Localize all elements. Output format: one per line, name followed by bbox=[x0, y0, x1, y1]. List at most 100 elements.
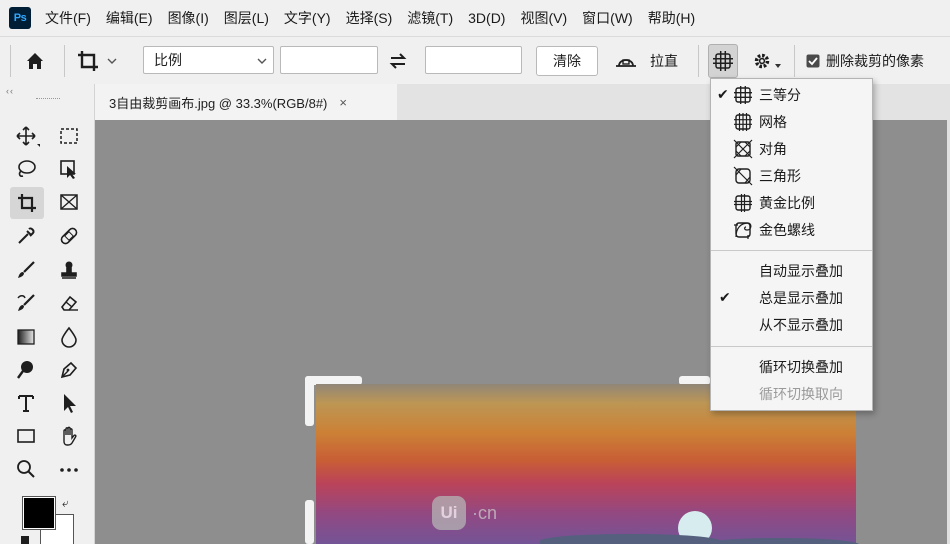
eraser-icon bbox=[61, 295, 78, 311]
rectangle-tool[interactable] bbox=[12, 422, 40, 450]
type-t-icon bbox=[18, 395, 34, 412]
gradient-icon bbox=[17, 329, 35, 345]
water-drop-icon bbox=[61, 326, 77, 348]
brush-icon bbox=[18, 261, 35, 278]
ratio-select[interactable]: 比例 bbox=[143, 46, 274, 74]
history-brush-tool[interactable] bbox=[12, 289, 40, 317]
home-icon bbox=[27, 53, 43, 69]
straighten-button[interactable]: 拉直 bbox=[614, 37, 694, 85]
clear-button[interactable]: 清除 bbox=[536, 46, 598, 76]
lasso-tool[interactable] bbox=[12, 155, 40, 183]
menu-3d[interactable]: 3D(D) bbox=[468, 10, 505, 26]
menu-file[interactable]: 文件(F) bbox=[45, 8, 91, 28]
grid-icon bbox=[734, 112, 752, 131]
menu-filter[interactable]: 滤镜(T) bbox=[407, 8, 453, 28]
dodge-tool[interactable] bbox=[12, 356, 40, 384]
menu-item-label: 总是显示叠加 bbox=[759, 289, 843, 306]
menu-image[interactable]: 图像(I) bbox=[168, 8, 209, 28]
golden-ratio-icon bbox=[734, 193, 752, 212]
menu-item-label: 黄金比例 bbox=[759, 194, 815, 211]
menu-item-auto-show-overlay[interactable]: 自动显示叠加 bbox=[711, 257, 872, 284]
magnifier-icon bbox=[17, 460, 35, 478]
healing-brush-tool[interactable] bbox=[55, 222, 83, 250]
straighten-label: 拉直 bbox=[650, 53, 678, 69]
menu-item-grid[interactable]: 网格 bbox=[711, 108, 872, 135]
blur-tool[interactable] bbox=[55, 323, 83, 351]
width-input[interactable] bbox=[280, 46, 378, 74]
menu-item-cycle-overlay[interactable]: 循环切换叠加 bbox=[711, 353, 872, 380]
collapse-panel-icon[interactable]: ‹‹ bbox=[6, 86, 14, 96]
eraser-tool[interactable] bbox=[55, 289, 83, 317]
default-colors-icon[interactable] bbox=[21, 536, 29, 544]
menu-view[interactable]: 视图(V) bbox=[520, 8, 567, 28]
photoshop-logo: Ps bbox=[9, 7, 31, 29]
menu-item-diagonal[interactable]: 对角 bbox=[711, 135, 872, 162]
divider bbox=[794, 45, 795, 77]
gear-icon bbox=[754, 53, 770, 69]
marquee-tool[interactable] bbox=[55, 122, 83, 150]
watermark-text: ·cn bbox=[472, 502, 498, 523]
move-tool[interactable] bbox=[12, 122, 40, 150]
delete-cropped-label: 删除裁剪的像素 bbox=[826, 53, 924, 69]
watermark-logo: Ui bbox=[432, 496, 466, 530]
chevron-down-icon bbox=[775, 64, 781, 68]
gradient-tool[interactable] bbox=[12, 323, 40, 351]
menu-edit[interactable]: 编辑(E) bbox=[106, 8, 153, 28]
eyedropper-tool[interactable] bbox=[12, 222, 40, 250]
crop-tool-preset-picker[interactable] bbox=[76, 37, 124, 85]
height-input[interactable] bbox=[425, 46, 522, 74]
home-button[interactable] bbox=[24, 37, 50, 85]
eyedropper-icon bbox=[18, 227, 35, 244]
swap-colors-icon[interactable]: ⤶ bbox=[62, 496, 69, 511]
panel-grip[interactable] bbox=[36, 98, 60, 100]
bandage-icon bbox=[60, 227, 78, 245]
menu-item-label: 循环切换叠加 bbox=[759, 358, 843, 375]
brush-tool[interactable] bbox=[12, 256, 40, 284]
foreground-color-swatch[interactable] bbox=[22, 496, 56, 530]
document-tab[interactable]: 3自由裁剪画布.jpg @ 33.3%(RGB/8#) × bbox=[95, 84, 397, 120]
divider bbox=[64, 45, 65, 77]
menu-item-never-show-overlay[interactable]: 从不显示叠加 bbox=[711, 311, 872, 338]
menu-item-golden-ratio[interactable]: 黄金比例 bbox=[711, 189, 872, 216]
object-selection-tool[interactable] bbox=[55, 155, 83, 183]
edit-toolbar-button[interactable] bbox=[55, 455, 83, 483]
frame-icon bbox=[60, 194, 78, 210]
menu-item-label: 循环切换取向 bbox=[759, 385, 843, 402]
hand-tool[interactable] bbox=[55, 422, 83, 450]
menu-item-label: 对角 bbox=[759, 140, 787, 157]
menu-item-golden-spiral[interactable]: 金色螺线 bbox=[711, 216, 872, 243]
stamp-icon bbox=[61, 261, 77, 279]
crop-icon bbox=[18, 194, 36, 212]
menu-layer[interactable]: 图层(L) bbox=[224, 8, 269, 28]
zoom-tool[interactable] bbox=[12, 455, 40, 483]
tool-group-indicator bbox=[37, 144, 40, 147]
menu-window[interactable]: 窗口(W) bbox=[582, 8, 633, 28]
swap-dimensions-button[interactable] bbox=[388, 37, 414, 85]
crop-tool[interactable] bbox=[10, 187, 44, 219]
chevron-down-icon bbox=[107, 58, 117, 64]
crop-handle-top-left-vertical[interactable] bbox=[305, 376, 314, 426]
clone-stamp-tool[interactable] bbox=[55, 256, 83, 284]
divider bbox=[698, 45, 699, 77]
menu-item-rule-of-thirds[interactable]: ✔ 三等分 bbox=[711, 81, 872, 108]
type-tool[interactable] bbox=[12, 389, 40, 417]
menu-item-label: 三角形 bbox=[759, 167, 801, 184]
menu-item-triangle[interactable]: 三角形 bbox=[711, 162, 872, 189]
frame-tool[interactable] bbox=[55, 188, 83, 216]
pen-nib-icon bbox=[60, 361, 78, 379]
more-dots-icon bbox=[60, 468, 78, 472]
menu-type[interactable]: 文字(Y) bbox=[284, 8, 331, 28]
pen-tool[interactable] bbox=[55, 356, 83, 384]
close-icon[interactable]: × bbox=[339, 95, 347, 110]
watermark: Ui ·cn bbox=[432, 496, 497, 530]
overlay-options-button[interactable] bbox=[708, 44, 738, 78]
checkbox-checked-icon bbox=[806, 54, 820, 68]
crop-icon bbox=[78, 51, 98, 71]
path-selection-tool[interactable] bbox=[55, 389, 83, 417]
menu-help[interactable]: 帮助(H) bbox=[648, 8, 695, 28]
swap-arrows-icon bbox=[389, 53, 407, 69]
menu-select[interactable]: 选择(S) bbox=[346, 8, 393, 28]
menu-item-always-show-overlay[interactable]: ✔ 总是显示叠加 bbox=[711, 284, 872, 311]
menu-item-label: 三等分 bbox=[759, 86, 801, 103]
crop-handle-left-middle[interactable] bbox=[305, 500, 314, 544]
